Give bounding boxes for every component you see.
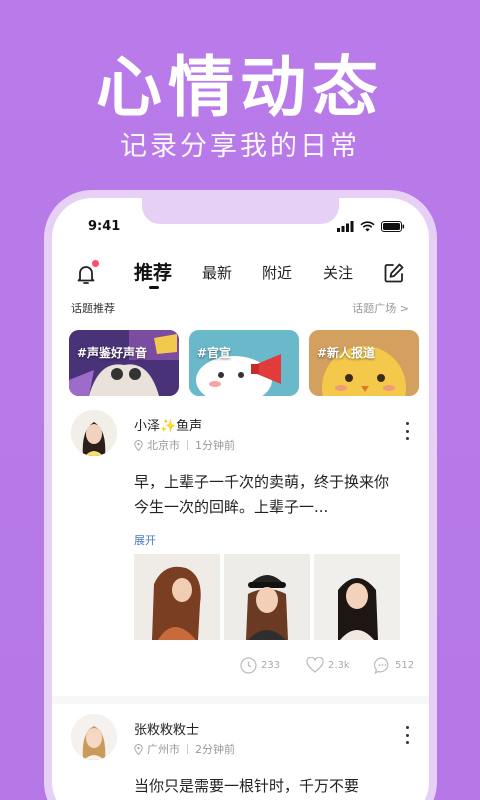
more-dot [405, 429, 409, 433]
user-name[interactable]: 小泽✨鱼声 [134, 415, 202, 434]
battery-icon [381, 221, 405, 232]
tab-recommend[interactable]: 推荐 [134, 258, 172, 285]
post-photo[interactable] [314, 554, 400, 640]
post-location: 北京市 [147, 439, 180, 452]
topic-card-voice[interactable]: #声鉴好声音 [69, 330, 179, 396]
wifi-icon [360, 221, 375, 232]
location-icon [134, 743, 143, 755]
more-options-button[interactable] [403, 422, 411, 440]
avatar-image [71, 410, 117, 456]
more-dot [405, 437, 409, 440]
topic-newcomer-image [309, 330, 419, 396]
avatar-image [71, 714, 117, 760]
post-photos [134, 554, 400, 640]
post-time: 2分钟前 [195, 743, 235, 756]
topic-announce-image [189, 330, 299, 396]
topic-card-newcomer[interactable]: #新人报道 [309, 330, 419, 396]
post-photo[interactable] [224, 554, 310, 640]
comment-icon [374, 657, 389, 674]
tab-latest[interactable]: 最新 [202, 262, 232, 283]
post-card: 张敉敉敉士 广州市 2分钟前 当你只是需要一根针时，千万不要 [52, 714, 429, 800]
topic-label-voice: #声鉴好声音 [77, 346, 148, 360]
clock-icon [240, 657, 257, 674]
topic-label-newcomer: #新人报道 [317, 346, 376, 360]
topics-more-link[interactable]: 话题广场 > [352, 300, 409, 316]
views-stat[interactable]: 233 [240, 657, 280, 674]
hero-subtitle: 记录分享我的日常 [120, 131, 360, 162]
post-text: 当你只是需要一根针时，千万不要 [134, 777, 360, 795]
views-count: 233 [261, 660, 281, 671]
tab-nearby[interactable]: 附近 [262, 262, 292, 283]
notification-dot [92, 260, 99, 267]
topics-title: 话题推荐 [71, 302, 115, 315]
more-dot [405, 741, 409, 744]
comments-count: 512 [395, 660, 415, 671]
hero-title: 心情动态 [96, 49, 384, 126]
user-name[interactable]: 张敉敉敉士 [134, 719, 199, 738]
phone-frame: 9:41 推荐 最新 附近 关注 话题推荐 话题广场 > #声鉴好声音 #官宣 … [44, 190, 437, 800]
signal-icon [337, 221, 354, 232]
post-location: 广州市 [147, 743, 180, 756]
likes-stat[interactable]: 2.3k [306, 657, 350, 673]
expand-link[interactable]: 展开 [134, 532, 156, 548]
status-icons [337, 221, 405, 232]
photo-image [314, 554, 400, 640]
tab-following[interactable]: 关注 [323, 262, 353, 283]
user-meta: 广州市 2分钟前 [134, 741, 235, 757]
location-icon [134, 439, 143, 451]
topic-cards: #声鉴好声音 #官宣 #新人报道 [69, 330, 419, 396]
photo-image [224, 554, 310, 640]
user-meta: 北京市 1分钟前 [134, 437, 235, 453]
topic-label-announce: #官宣 [197, 346, 232, 360]
likes-count: 2.3k [328, 659, 350, 671]
status-time: 9:41 [88, 219, 121, 234]
comments-stat[interactable]: 512 [374, 657, 414, 674]
edit-icon[interactable] [383, 262, 405, 284]
more-dot [405, 733, 409, 737]
topics-header: 话题推荐 话题广场 > [52, 300, 429, 320]
topic-card-announce[interactable]: #官宣 [189, 330, 299, 396]
avatar[interactable] [71, 410, 117, 456]
heart-icon [306, 657, 324, 673]
post-text: 早，上辈子一千次的卖萌，终于换来你今生一次的回眸。上辈子一... [134, 473, 390, 516]
avatar[interactable] [71, 714, 117, 760]
post-actions: 233 2.3k 512 [52, 657, 429, 679]
tab-bar: 推荐 最新 附近 关注 [52, 254, 429, 294]
phone-screen: 9:41 推荐 最新 附近 关注 话题推荐 话题广场 > #声鉴好声音 #官宣 … [52, 198, 429, 800]
status-bar: 9:41 [52, 218, 429, 240]
post-photo[interactable] [134, 554, 220, 640]
meta-separator [187, 440, 188, 450]
topic-voice-image [69, 330, 179, 396]
more-options-button[interactable] [403, 726, 411, 744]
active-tab-indicator [149, 286, 159, 289]
more-dot [405, 726, 409, 729]
post-card: 小泽✨鱼声 北京市 1分钟前 早，上辈子一千次的卖萌，终于换来你今生一次的回眸。… [52, 410, 429, 690]
meta-separator [187, 744, 188, 754]
post-time: 1分钟前 [195, 439, 235, 452]
photo-image [134, 554, 220, 640]
more-dot [405, 422, 409, 425]
post-divider [52, 696, 429, 704]
